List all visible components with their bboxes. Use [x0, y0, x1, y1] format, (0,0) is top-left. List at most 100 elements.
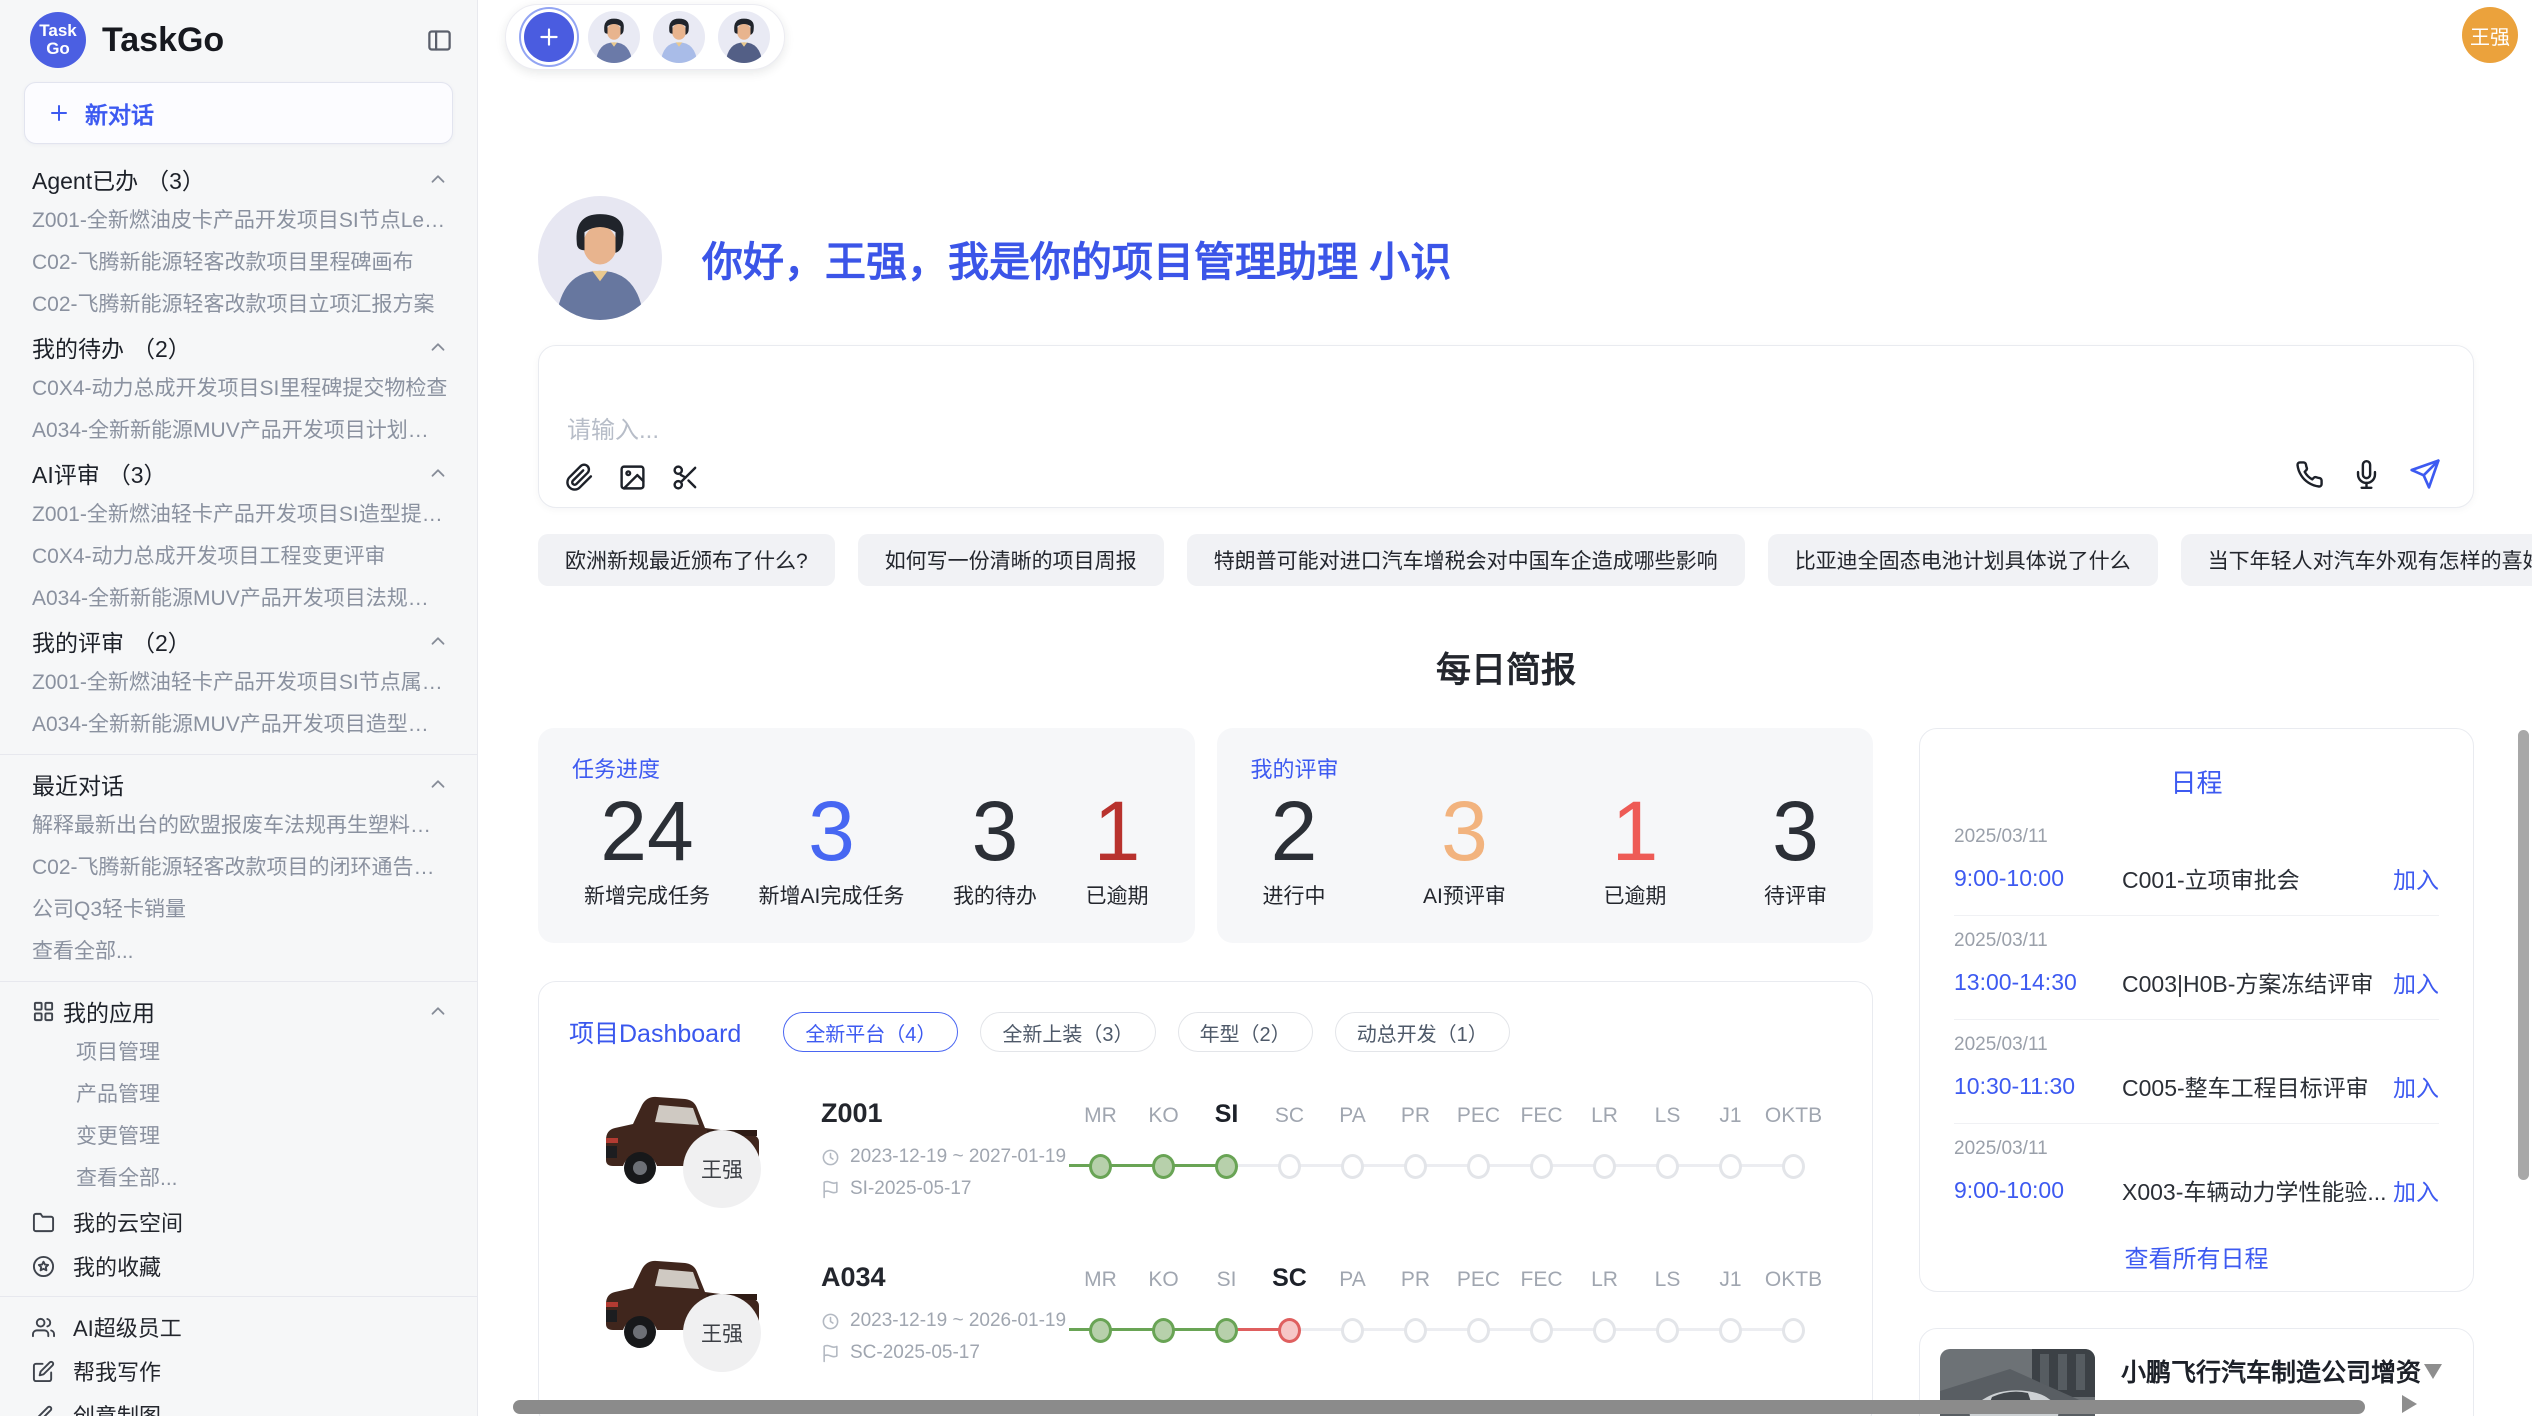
dashboard-tab[interactable]: 年型（2） [1178, 1012, 1313, 1052]
sidebar-item[interactable]: 查看全部... [0, 931, 477, 973]
milestone-node [1530, 1154, 1553, 1179]
sidebar-item[interactable]: C02-飞腾新能源轻客改款项目的闭环通告反馈情况 [0, 847, 477, 889]
suggestion-chip[interactable]: 欧洲新规最近颁布了什么? [538, 534, 835, 586]
sidebar: Task Go TaskGo 新对话 Agent已办（3）Z001-全新燃油皮卡… [0, 0, 478, 1416]
divider [0, 1296, 477, 1297]
dashboard-tabs: 全新平台（4） 全新上装（3） 年型（2） 动总开发（1） [783, 1012, 1510, 1052]
sidebar-item-folder[interactable]: 我的云空间 [0, 1200, 477, 1244]
scissors-icon[interactable] [671, 463, 700, 492]
schedule-item: 2025/03/119:00-10:00C001-立项审批会加入 [1954, 812, 2439, 916]
horizontal-scrollbar[interactable] [513, 1400, 2365, 1414]
stat-value: 3 [953, 784, 1037, 878]
join-meeting-link[interactable]: 加入 [2393, 965, 2439, 999]
vertical-scrollbar[interactable] [2518, 730, 2529, 1180]
view-all-schedule-link[interactable]: 查看所有日程 [1954, 1227, 2439, 1274]
chevron-up-icon[interactable] [427, 773, 449, 795]
microphone-icon[interactable] [2352, 460, 2381, 489]
milestone-node [1404, 1318, 1427, 1343]
sidebar-item[interactable]: A034-全新新能源MUV产品开发项目法规符合性评审 [0, 578, 477, 620]
sidebar-app-item[interactable]: 变更管理 [0, 1116, 477, 1158]
project-dates: 2023-12-19 ~ 2026-01-19 [821, 1310, 1066, 1332]
section-title: AI评审 [32, 456, 100, 490]
join-meeting-link[interactable]: 加入 [2393, 1069, 2439, 1103]
sidebar-section-header[interactable]: AI评审（3） [0, 452, 477, 494]
milestone-node [1782, 1318, 1805, 1343]
sidebar-item[interactable]: C0X4-动力总成开发项目工程变更评审 [0, 536, 477, 578]
collapse-sidebar-icon[interactable] [426, 27, 453, 54]
stat-label: 新增完成任务 [584, 880, 710, 910]
sidebar-item[interactable]: Z001-全新燃油皮卡产品开发项目SI节点Lesson Learn报告 [0, 200, 477, 242]
sidebar-item[interactable]: A034-全新新能源MUV产品开发项目造型可行性评审 [0, 704, 477, 746]
user-avatar[interactable]: 王强 [2462, 7, 2518, 63]
milestone-node [1152, 1318, 1175, 1343]
sidebar-tool-write[interactable]: 帮我写作 [0, 1349, 477, 1393]
phone-icon[interactable] [2295, 460, 2324, 489]
project-code: A034 [821, 1262, 886, 1293]
suggestion-chip[interactable]: 当下年轻人对汽车外观有怎样的喜好趋势 [2181, 534, 2532, 586]
briefing-columns: 任务进度24新增完成任务3新增AI完成任务3我的待办1已逾期我的评审2进行中3A… [538, 728, 2474, 1416]
dashboard-tab[interactable]: 全新平台（4） [783, 1012, 958, 1052]
dashboard-tab[interactable]: 全新上装（3） [980, 1012, 1155, 1052]
sidebar-section-header[interactable]: Agent已办（3） [0, 158, 477, 200]
notification-bell-icon[interactable] [2413, 18, 2444, 49]
sidebar-item[interactable]: C02-飞腾新能源轻客改款项目里程碑画布 [0, 242, 477, 284]
send-icon[interactable] [2409, 458, 2441, 490]
sidebar-app-item[interactable]: 项目管理 [0, 1032, 477, 1074]
sidebar-item[interactable]: Z001-全新燃油轻卡产品开发项目SI节点属性5D文件评审 [0, 662, 477, 704]
chat-composer[interactable]: 请输入... [538, 345, 2474, 508]
sidebar-app-item[interactable]: 查看全部... [0, 1158, 477, 1200]
sidebar-section-header[interactable]: 我的待办（2） [0, 326, 477, 368]
sidebar-section-header[interactable]: 最近对话 [0, 763, 477, 805]
stat-card-title[interactable]: 我的评审 [1251, 752, 1339, 784]
sidebar-item-star[interactable]: 我的收藏 [0, 1244, 477, 1288]
dashboard-tab[interactable]: 动总开发（1） [1335, 1012, 1510, 1052]
collaborator-avatar[interactable] [653, 11, 705, 63]
sidebar-app-item[interactable]: 产品管理 [0, 1074, 477, 1116]
sidebar-item[interactable]: 公司Q3轻卡销量 [0, 889, 477, 931]
project-row[interactable]: 王强A0342023-12-19 ~ 2026-01-19SC-2025-05-… [569, 1232, 1842, 1380]
section-title: 我的待办 [32, 330, 124, 364]
attachment-icon[interactable] [565, 463, 594, 492]
scroll-right-arrow[interactable] [2402, 1395, 2417, 1413]
stat-value: 1 [1085, 784, 1148, 878]
join-meeting-link[interactable]: 加入 [2393, 1173, 2439, 1207]
new-chat-label: 新对话 [85, 96, 154, 130]
stat: 24新增完成任务 [584, 784, 710, 910]
chevron-up-icon[interactable] [427, 336, 449, 358]
sidebar-item-label: AI超级员工 [73, 1311, 182, 1343]
sidebar-item[interactable]: Z001-全新燃油轻卡产品开发项目SI造型提交物评审 [0, 494, 477, 536]
sidebar-section-my-apps[interactable]: 我的应用 [0, 990, 477, 1032]
join-meeting-link[interactable]: 加入 [2393, 861, 2439, 895]
collaborator-avatar[interactable] [718, 11, 770, 63]
chevron-up-icon[interactable] [427, 1000, 449, 1022]
project-row[interactable]: 王强Z0012023-12-19 ~ 2027-01-19SI-2025-05-… [569, 1068, 1842, 1216]
schedule-time: 9:00-10:00 [1954, 1177, 2122, 1204]
sidebar-item[interactable]: 解释最新出台的欧盟报废车法规再生塑料比例被调至15%... [0, 805, 477, 847]
sidebar-tool-pen[interactable]: 创意制图 [0, 1393, 477, 1416]
add-collaborator-button[interactable] [524, 12, 574, 62]
stat-label: 新增AI完成任务 [759, 880, 905, 910]
sidebar-tool-users[interactable]: AI超级员工 [0, 1305, 477, 1349]
scroll-down-arrow[interactable] [2424, 1364, 2442, 1379]
stat-label: 待评审 [1764, 880, 1827, 910]
chevron-up-icon[interactable] [427, 462, 449, 484]
milestone-node [1278, 1318, 1301, 1343]
sidebar-item[interactable]: A034-全新新能源MUV产品开发项目计划变更表编写 [0, 410, 477, 452]
image-icon[interactable] [618, 463, 647, 492]
layout-grid-icon[interactable] [2444, 648, 2472, 676]
collaborator-avatar[interactable] [588, 11, 640, 63]
chevron-up-icon[interactable] [427, 630, 449, 652]
composer-right-icons [2295, 458, 2441, 490]
sidebar-item[interactable]: C02-飞腾新能源轻客改款项目立项汇报方案 [0, 284, 477, 326]
stat-card-title[interactable]: 任务进度 [572, 752, 660, 784]
schedule-item: 2025/03/119:00-10:00X003-车辆动力学性能验...加入 [1954, 1124, 2439, 1227]
suggestion-chip[interactable]: 比亚迪全固态电池计划具体说了什么 [1768, 534, 2158, 586]
project-flag-text: SC-2025-05-17 [850, 1342, 980, 1364]
sidebar-section-header[interactable]: 我的评审（2） [0, 620, 477, 662]
suggestion-chip[interactable]: 如何写一份清晰的项目周报 [858, 534, 1164, 586]
sidebar-item[interactable]: C0X4-动力总成开发项目SI里程碑提交物检查 [0, 368, 477, 410]
chevron-up-icon[interactable] [427, 168, 449, 190]
suggestion-chip[interactable]: 特朗普可能对进口汽车增税会对中国车企造成哪些影响 [1187, 534, 1745, 586]
schedule-row: 9:00-10:00C001-立项审批会加入 [1954, 861, 2439, 895]
new-chat-button[interactable]: 新对话 [24, 82, 453, 144]
